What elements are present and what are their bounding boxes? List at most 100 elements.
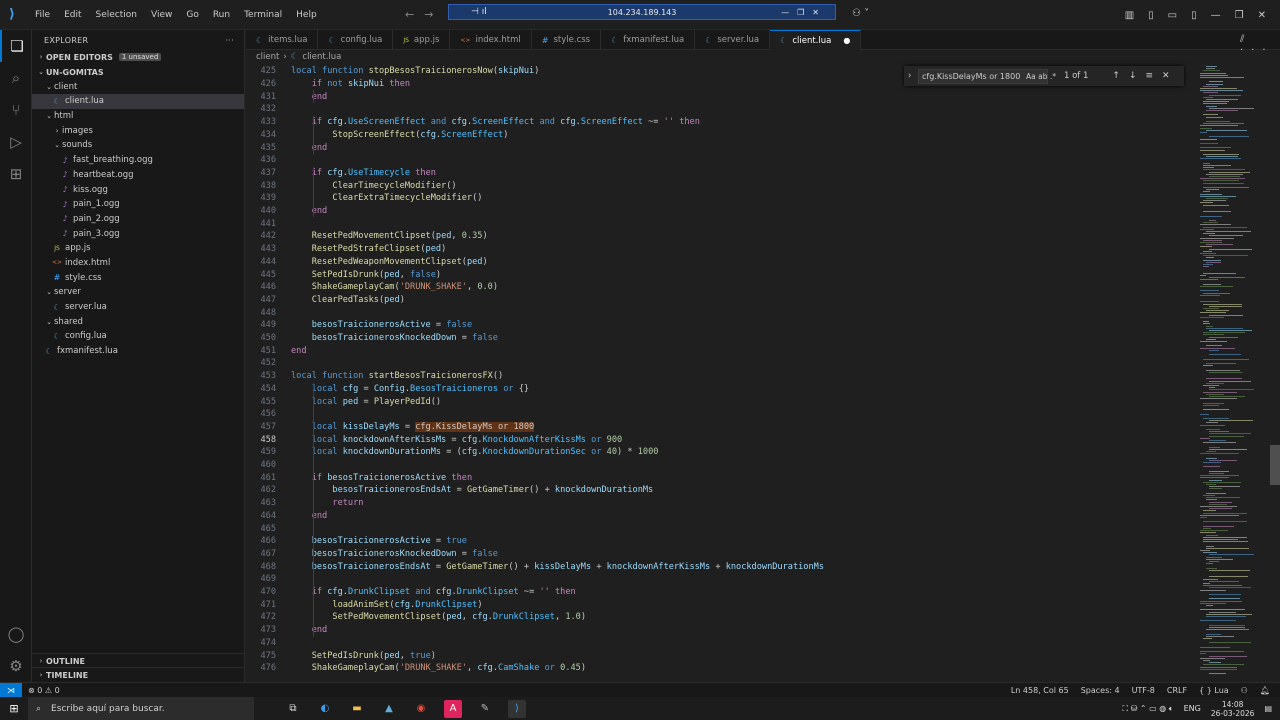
tree-item[interactable]: ☾ config.lua: [32, 329, 244, 344]
search-icon[interactable]: ⌕: [0, 62, 32, 94]
language-indicator[interactable]: ENG: [1184, 704, 1201, 713]
menu-item-file[interactable]: File: [28, 10, 57, 20]
tree-item[interactable]: ⌄ shared: [32, 314, 244, 329]
workspace-root[interactable]: ⌄ UN-GOMITAS: [32, 65, 244, 80]
code-line[interactable]: 460: [246, 459, 1196, 472]
tree-item[interactable]: ⌄ html: [32, 109, 244, 124]
windows-start-icon[interactable]: ⊞: [0, 702, 28, 715]
cursor-position[interactable]: Ln 458, Col 65: [1011, 686, 1069, 695]
copilot-icon[interactable]: ⚇ ˅: [852, 8, 869, 19]
menu-item-help[interactable]: Help: [289, 10, 324, 20]
code-line[interactable]: 444 ResetPedWeaponMovementClipset(ped): [246, 256, 1196, 269]
source-control-icon[interactable]: ⑂: [0, 94, 32, 126]
secondary-sidebar-icon[interactable]: ▯: [1191, 10, 1197, 21]
breadcrumb-folder[interactable]: client: [256, 52, 279, 62]
terminal-app-icon[interactable]: ▲: [380, 700, 398, 718]
close-icon[interactable]: ✕: [1258, 10, 1266, 21]
menu-item-view[interactable]: View: [144, 10, 179, 20]
code-line[interactable]: 448: [246, 306, 1196, 319]
find-options[interactable]: Aa ab .*: [1026, 72, 1056, 81]
code-line[interactable]: 450 besosTraicionerosKnockedDown = false: [246, 332, 1196, 345]
encoding[interactable]: UTF-8: [1132, 686, 1155, 695]
code-line[interactable]: 474: [246, 637, 1196, 650]
code-line[interactable]: 465: [246, 522, 1196, 535]
more-actions-icon[interactable]: ···: [225, 36, 234, 45]
tray-icons[interactable]: ⛶ ⛁ ⌃ ▭ ◍ 🔈︎: [1123, 704, 1174, 714]
outline-section[interactable]: › OUTLINE: [32, 653, 245, 668]
tree-item[interactable]: › images: [32, 123, 244, 138]
clock[interactable]: 14:08 26-03-2026: [1211, 700, 1255, 718]
task-view-icon[interactable]: ⧉: [284, 700, 302, 718]
code-line[interactable]: 454 local cfg = Config. BesosTraicioneros…: [246, 383, 1196, 396]
find-nav-buttons[interactable]: ↑↓≡✕: [1112, 71, 1178, 81]
code-line[interactable]: 451 end: [246, 344, 1196, 357]
remote-icon[interactable]: ⋊: [0, 682, 22, 698]
code-line[interactable]: 435 end: [246, 141, 1196, 154]
code-line[interactable]: 470 if cfg. DrunkClipset and cfg. DrunkCli…: [246, 586, 1196, 599]
code-line[interactable]: 431 end: [246, 90, 1196, 103]
code-line[interactable]: 445 SetPedIsDrunk(ped, false): [246, 268, 1196, 281]
code-line[interactable]: 456: [246, 408, 1196, 421]
copilot-status-icon[interactable]: ⚇: [1241, 686, 1248, 695]
tree-item[interactable]: ♪ pain_2.ogg: [32, 212, 244, 227]
code-line[interactable]: 472 SetPedMovementClipset(ped, cfg. Drunk…: [246, 611, 1196, 624]
language-mode[interactable]: { } Lua: [1199, 686, 1229, 695]
tab-fxmanifest-lua[interactable]: ☾ fxmanifest.lua: [601, 30, 696, 50]
edge-icon[interactable]: ◐: [316, 700, 334, 718]
notifications-icon[interactable]: 🔔︎: [1260, 686, 1270, 695]
run-debug-icon[interactable]: ▷: [0, 126, 32, 158]
code-line[interactable]: 476 ShakeGameplayCam('DRUNK_SHAKE', cfg.…: [246, 662, 1196, 675]
tree-item[interactable]: JS app.js: [32, 241, 244, 256]
tree-item[interactable]: ⌄ client: [32, 79, 244, 94]
minimize-icon[interactable]: —: [1211, 10, 1221, 21]
menu-item-selection[interactable]: Selection: [89, 10, 144, 20]
code-line[interactable]: 439 ClearExtraTimecycleModifier(): [246, 192, 1196, 205]
code-line[interactable]: 442 ResetPedMovementClipset(ped, 0.35): [246, 230, 1196, 243]
tab-app-js[interactable]: JS app.js: [393, 30, 451, 50]
chrome-icon[interactable]: ◉: [412, 700, 430, 718]
code-line[interactable]: 457 local kissDelayMs = cfg.KissDelayMs …: [246, 421, 1196, 434]
code-line[interactable]: 463 return: [246, 497, 1196, 510]
code-line[interactable]: 438 ClearTimecycleModifier(): [246, 179, 1196, 192]
sidebar-toggle-icon[interactable]: ▯: [1148, 10, 1154, 21]
tree-item[interactable]: ☾ server.lua: [32, 300, 244, 315]
code-line[interactable]: 469: [246, 573, 1196, 586]
code-line[interactable]: 437 if cfg. UseTimecycle then: [246, 167, 1196, 180]
explorer-icon[interactable]: ❏: [0, 30, 32, 62]
code-editor[interactable]: 425 local function stopBesosTraicionerosN…: [246, 64, 1196, 682]
code-line[interactable]: 455 local ped = PlayerPedId(): [246, 395, 1196, 408]
tree-item[interactable]: ☾ client.lua: [32, 94, 244, 109]
menu-item-edit[interactable]: Edit: [57, 10, 88, 20]
code-line[interactable]: 461 if besosTraicionerosActive then: [246, 471, 1196, 484]
tab-client-lua[interactable]: ☾ client.lua ●: [770, 30, 862, 50]
indentation[interactable]: Spaces: 4: [1081, 686, 1120, 695]
toggle-replace-icon[interactable]: ›: [908, 71, 911, 81]
tree-item[interactable]: ⌄ sounds: [32, 138, 244, 153]
tree-item[interactable]: ♪ fast_breathing.ogg: [32, 153, 244, 168]
end-of-line[interactable]: CRLF: [1167, 686, 1187, 695]
code-line[interactable]: 433 if cfg. UseScreenEffect and cfg. Scree…: [246, 116, 1196, 129]
code-line[interactable]: 453 local function startBesosTraicioneros…: [246, 370, 1196, 383]
code-line[interactable]: 452: [246, 357, 1196, 370]
file-explorer-icon[interactable]: ▬: [348, 700, 366, 718]
code-line[interactable]: 475 SetPedIsDrunk(ped, true): [246, 649, 1196, 662]
tree-item[interactable]: ♪ kiss.ogg: [32, 182, 244, 197]
code-line[interactable]: 440 end: [246, 205, 1196, 218]
code-line[interactable]: 447 ClearPedTasks(ped): [246, 294, 1196, 307]
notification-center-icon[interactable]: ▤: [1264, 704, 1272, 713]
app-a-icon[interactable]: A: [444, 699, 462, 718]
code-line[interactable]: 443 ResetPedStrafeClipset(ped): [246, 243, 1196, 256]
code-line[interactable]: 464 end: [246, 510, 1196, 523]
code-line[interactable]: 449 besosTraicionerosActive = false: [246, 319, 1196, 332]
tab-server-lua[interactable]: ☾ server.lua: [695, 30, 771, 50]
account-icon[interactable]: ◯: [0, 618, 32, 650]
minimap[interactable]: [1196, 64, 1270, 682]
code-line[interactable]: 458 local knockdownAfterKissMs = cfg. Kno…: [246, 433, 1196, 446]
layout-toggle-icon[interactable]: ▥: [1125, 10, 1134, 21]
code-line[interactable]: 436: [246, 154, 1196, 167]
tab-index-html[interactable]: <> index.html: [450, 30, 532, 50]
code-line[interactable]: 471 loadAnimSet(cfg. DrunkClipset): [246, 598, 1196, 611]
code-line[interactable]: 462 besosTraicionerosEndsAt = GetGameTim…: [246, 484, 1196, 497]
tree-item[interactable]: ♪ pain_3.ogg: [32, 226, 244, 241]
menu-item-go[interactable]: Go: [179, 10, 205, 20]
